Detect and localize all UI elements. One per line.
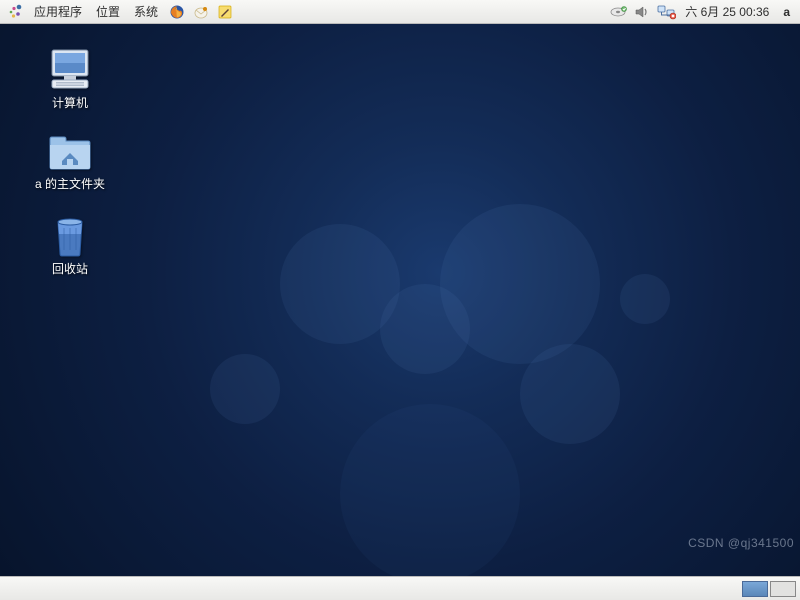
menu-system[interactable]: 系统 — [128, 1, 164, 22]
bg-bokeh — [210, 354, 280, 424]
disk-icon[interactable] — [608, 2, 628, 22]
desktop-icon-computer[interactable]: 计算机 — [20, 44, 120, 115]
bg-bokeh — [440, 204, 600, 364]
bottom-panel — [0, 576, 800, 600]
home-folder-icon — [46, 133, 94, 173]
network-icon[interactable] — [656, 2, 676, 22]
clock[interactable]: 六 6月 25 00:36 — [679, 3, 775, 20]
user-menu[interactable]: a — [777, 5, 796, 19]
bg-bokeh — [620, 274, 670, 324]
desktop-icon-label: 回收站 — [52, 260, 88, 277]
system-tray: 六 6月 25 00:36 a — [607, 2, 796, 22]
trash-icon — [50, 214, 90, 258]
desktop-icon-label: 计算机 — [52, 94, 88, 111]
top-panel: 应用程序 位置 系统 — [0, 0, 800, 24]
gnome-logo-icon[interactable] — [5, 2, 25, 22]
bg-bokeh — [520, 344, 620, 444]
bg-bokeh — [340, 404, 520, 576]
desktop-icon-home[interactable]: a 的主文件夹 — [20, 129, 120, 196]
desktop-icon-trash[interactable]: 回收站 — [20, 210, 120, 281]
desktop-icon-label: a 的主文件夹 — [35, 175, 105, 192]
notes-icon[interactable] — [215, 2, 235, 22]
menu-applications[interactable]: 应用程序 — [28, 1, 88, 22]
watermark: CSDN @qj341500 — [688, 536, 794, 550]
firefox-icon[interactable] — [167, 2, 187, 22]
computer-icon — [46, 48, 94, 92]
top-menus: 应用程序 位置 系统 — [4, 1, 236, 22]
workspace-1[interactable] — [742, 581, 768, 597]
mail-icon[interactable] — [191, 2, 211, 22]
desktop[interactable]: 计算机 a 的主文件夹 回收站 CSDN @qj341500 — [0, 24, 800, 576]
desktop-icons: 计算机 a 的主文件夹 回收站 — [20, 44, 120, 281]
menu-places[interactable]: 位置 — [90, 1, 126, 22]
workspace-2[interactable] — [770, 581, 796, 597]
volume-icon[interactable] — [632, 2, 652, 22]
